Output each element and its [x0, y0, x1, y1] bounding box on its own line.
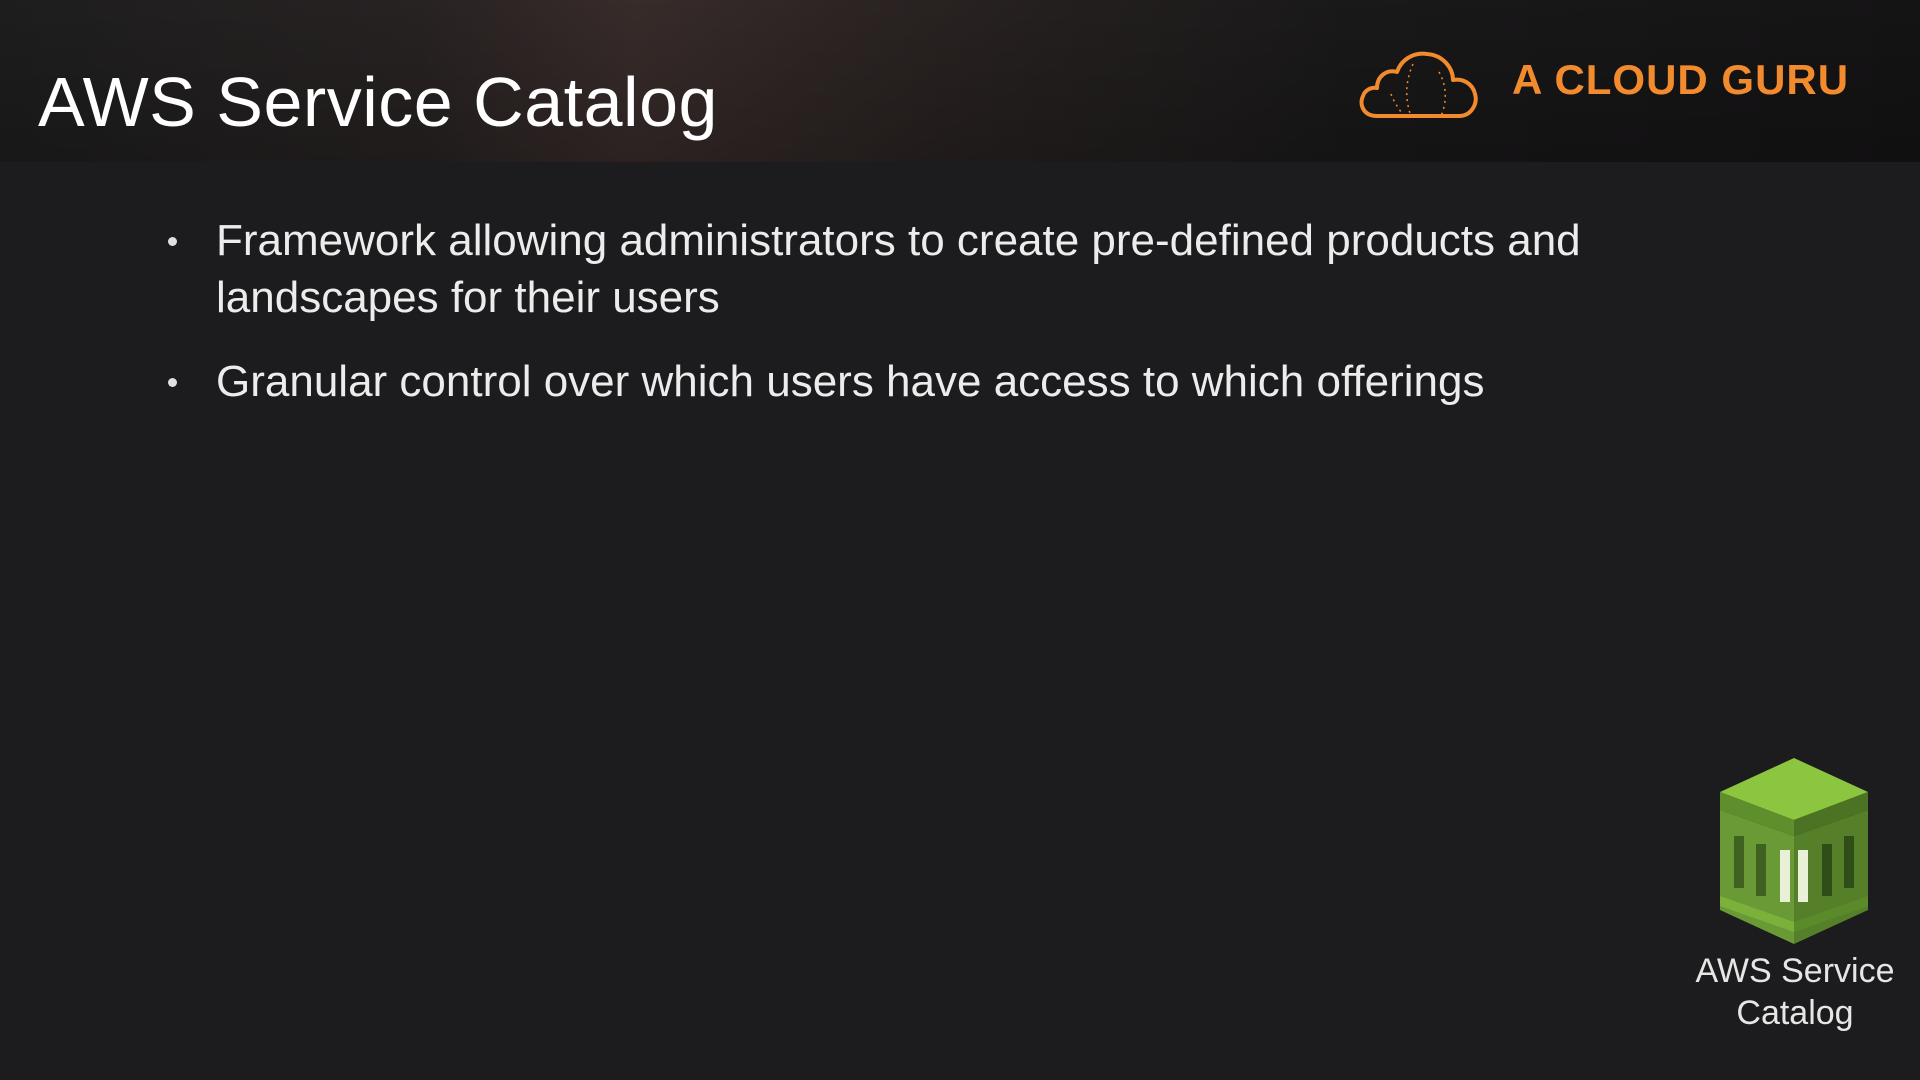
bullet-text: Framework allowing administrators to cre…	[216, 216, 1581, 322]
bullet-item: Framework allowing administrators to cre…	[160, 212, 1660, 326]
slide-title: AWS Service Catalog	[38, 63, 718, 141]
bullet-text: Granular control over which users have a…	[216, 357, 1485, 406]
cloud-logo-icon	[1359, 51, 1478, 118]
bullet-marker	[168, 378, 177, 387]
brand-name: A CLOUD GURU	[1512, 56, 1850, 103]
aws-service-catalog-icon	[1720, 758, 1868, 944]
service-label: AWS Service Catalog	[1695, 952, 1895, 1032]
bullet-list: Framework allowing administrators to cre…	[160, 212, 1660, 437]
bullet-item: Granular control over which users have a…	[160, 353, 1660, 410]
brand-logo: A CLOUD GURU	[1355, 38, 1875, 128]
bullet-marker	[168, 237, 177, 246]
slide: AWS Service Catalog A CLOUD GURU Framewo…	[0, 0, 1920, 1080]
